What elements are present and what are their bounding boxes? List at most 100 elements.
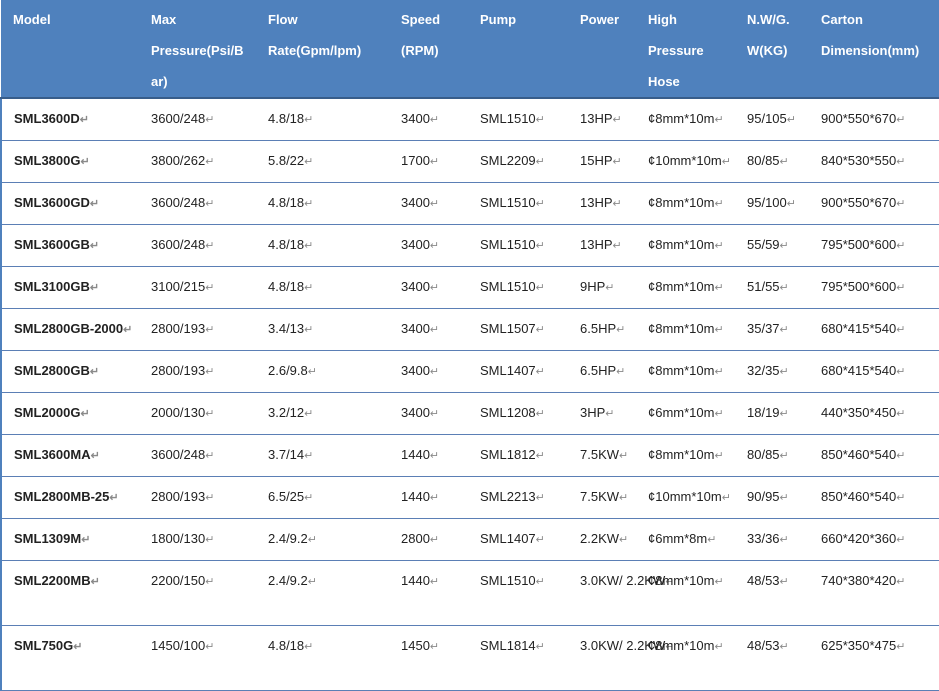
cell-max-pressure: 3600/248↵: [139, 434, 256, 477]
cell-value: 900*550*670: [821, 195, 897, 210]
cell-value: ¢8mm*10m: [648, 638, 715, 653]
cell-value: SML750G: [14, 638, 74, 653]
paragraph-mark-icon: ↵: [429, 198, 440, 210]
cell-value: ¢10mm*10m: [648, 489, 722, 504]
cell-value: SML1407: [480, 531, 536, 546]
cell-pump: SML1510↵: [468, 560, 568, 626]
cell-value: ¢6mm*8m: [648, 531, 708, 546]
cell-value: SML1510: [480, 195, 536, 210]
header-label: Model: [13, 12, 51, 27]
cell-value: 3400: [401, 111, 430, 126]
header-label: Carton Dimension(mm): [821, 12, 920, 58]
cell-value: 625*350*475: [821, 638, 897, 653]
paragraph-mark-icon: ↵: [896, 156, 906, 168]
cell-max-pressure: 2800/193↵: [139, 476, 256, 519]
paragraph-mark-icon: ↵: [429, 534, 440, 546]
paragraph-mark-icon: ↵: [707, 534, 717, 546]
cell-pump: SML1510↵: [468, 98, 568, 141]
cell-pump: SML1208↵: [468, 392, 568, 435]
paragraph-mark-icon: ↵: [304, 641, 314, 653]
cell-max-pressure: 3600/248↵: [139, 98, 256, 141]
cell-value: 900*550*670: [821, 111, 897, 126]
cell-model: SML3600D↵: [0, 98, 139, 141]
paragraph-mark-icon: ↵: [779, 408, 789, 420]
cell-flow-rate: 2.6/9.8↵: [256, 350, 389, 393]
paragraph-mark-icon: ↵: [714, 576, 724, 588]
cell-value: 850*460*540: [821, 447, 897, 462]
cell-value: 1800/130: [151, 531, 206, 546]
cell-max-pressure: 1450/100↵: [139, 625, 256, 691]
cell-value: 95/105: [747, 111, 787, 126]
cell-value: SML2213: [480, 489, 536, 504]
cell-carton-dimension: 840*530*550↵: [809, 140, 939, 183]
cell-value: 80/85: [747, 447, 780, 462]
cell-high-pressure-hose: ¢10mm*10m↵: [636, 140, 735, 183]
cell-max-pressure: 2800/193↵: [139, 308, 256, 351]
cell-model: SML1309M↵: [0, 518, 139, 561]
cell-value: 850*460*540: [821, 489, 897, 504]
cell-value: 2000/130: [151, 405, 206, 420]
table-header: Model Max Pressure(Psi/B ar) Flow Rate(Gpm…: [1, 0, 939, 99]
cell-value: 4.8/18: [268, 195, 305, 210]
cell-value: SML1507: [480, 321, 536, 336]
cell-value: 80/85: [747, 153, 780, 168]
header-pump: Pump: [468, 0, 568, 99]
cell-power: 6.5HP↵: [568, 308, 636, 351]
cell-value: 3400: [401, 279, 430, 294]
paragraph-mark-icon: ↵: [535, 366, 545, 378]
cell-carton-dimension: 440*350*450↵: [809, 392, 939, 435]
header-label: N.W/G. W(KG): [747, 12, 790, 58]
cell-value: 90/95: [747, 489, 780, 504]
cell-power: 2.2KW↵: [568, 518, 636, 561]
cell-value: 3100/215: [151, 279, 206, 294]
cell-value: 33/36: [747, 531, 780, 546]
table-row: SML3600GB↵ 3600/248↵ 4.8/18↵ 3400↵ SML1510↵ 1…: [0, 224, 939, 267]
table-row: SML750G↵ 1450/100↵ 4.8/18↵ 1450↵ SML1814↵ 3.0…: [0, 625, 939, 691]
paragraph-mark-icon: ↵: [205, 198, 215, 210]
paragraph-mark-icon: ↵: [535, 198, 545, 210]
cell-high-pressure-hose: ¢8mm*10m↵: [636, 98, 735, 141]
paragraph-mark-icon: ↵: [786, 198, 796, 210]
cell-value: SML1407: [480, 363, 536, 378]
cell-value: 3600/248: [151, 195, 206, 210]
cell-value: 15HP: [580, 153, 613, 168]
cell-value: 48/53: [747, 638, 780, 653]
cell-value: 9HP: [580, 279, 606, 294]
cell-speed: 1440↵: [389, 560, 468, 626]
cell-carton-dimension: 680*415*540↵: [809, 350, 939, 393]
cell-speed: 3400↵: [389, 98, 468, 141]
cell-value: ¢8mm*10m: [648, 279, 715, 294]
paragraph-mark-icon: ↵: [896, 282, 906, 294]
cell-carton-dimension: 850*460*540↵: [809, 476, 939, 519]
cell-value: SML1814: [480, 638, 536, 653]
cell-pump: SML1407↵: [468, 518, 568, 561]
paragraph-mark-icon: ↵: [535, 492, 545, 504]
cell-value: 440*350*450: [821, 405, 897, 420]
cell-model: SML3600GB↵: [0, 224, 139, 267]
cell-value: 2.4/9.2: [268, 531, 308, 546]
cell-pump: SML1510↵: [468, 266, 568, 309]
cell-speed: 1440↵: [389, 476, 468, 519]
cell-value: 660*420*360: [821, 531, 897, 546]
cell-carton-dimension: 900*550*670↵: [809, 182, 939, 225]
cell-value: SML3100GB: [14, 279, 90, 294]
cell-high-pressure-hose: ¢8mm*10m↵: [636, 182, 735, 225]
cell-pump: SML1510↵: [468, 224, 568, 267]
cell-value: 680*415*540: [821, 321, 897, 336]
paragraph-mark-icon: ↵: [205, 156, 215, 168]
cell-pump: SML1510↵: [468, 182, 568, 225]
paragraph-mark-icon: ↵: [304, 408, 314, 420]
cell-flow-rate: 4.8/18↵: [256, 182, 389, 225]
cell-value: 95/100: [747, 195, 787, 210]
cell-value: ¢10mm*10m: [648, 153, 722, 168]
paragraph-mark-icon: ↵: [714, 282, 724, 294]
cell-value: 6.5/25: [268, 489, 305, 504]
paragraph-mark-icon: ↵: [779, 576, 789, 588]
cell-value: 4.8/18: [268, 237, 305, 252]
cell-value: 1700: [401, 153, 430, 168]
cell-value: SML3600D: [14, 111, 80, 126]
cell-value: SML2200MB: [14, 573, 91, 588]
cell-high-pressure-hose: ¢8mm*10m↵: [636, 625, 735, 691]
cell-power: 9HP↵: [568, 266, 636, 309]
cell-high-pressure-hose: ¢10mm*10m↵: [636, 476, 735, 519]
